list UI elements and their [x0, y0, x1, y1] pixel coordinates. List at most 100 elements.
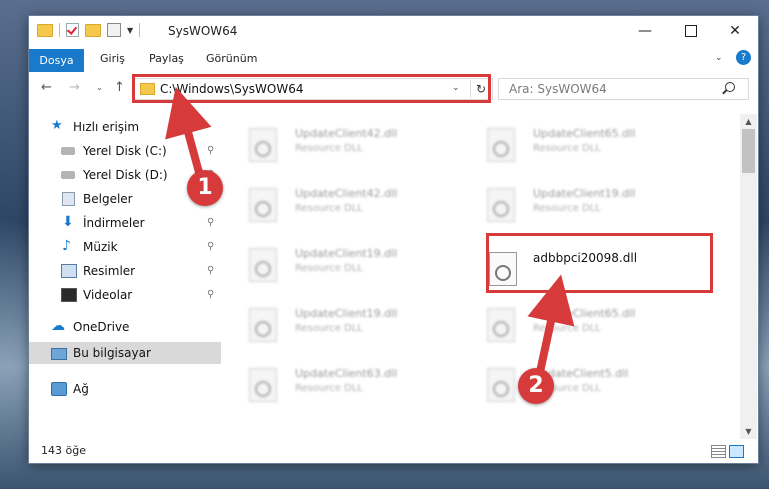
pin-icon[interactable]: ⚲ [207, 241, 214, 252]
scroll-down-button[interactable]: ▼ [740, 424, 757, 439]
address-path[interactable]: C:\Windows\SysWOW64 [160, 82, 304, 96]
sidebar-item-this-pc[interactable]: Bu bilgisayar [29, 342, 221, 364]
file-item[interactable]: UpdateClient42.dll Resource DLL [249, 184, 449, 234]
back-button[interactable]: ← [41, 80, 52, 95]
file-item[interactable]: UpdateClient42.dll Resource DLL [249, 124, 449, 174]
disk-icon [61, 171, 75, 179]
close-button[interactable]: ✕ [712, 16, 758, 47]
file-name: UpdateClient63.dll [295, 367, 398, 380]
dll-file-icon [489, 252, 517, 286]
sidebar-item-local-disk-c[interactable]: Yerel Disk (C:) ⚲ [29, 140, 221, 162]
file-item-target[interactable]: adbbpci20098.dll [489, 248, 689, 298]
customize-toolbar-icon[interactable]: ▼ [127, 26, 133, 35]
file-type: Resource DLL [295, 323, 363, 334]
navigation-pane: ★ Hızlı erişim Yerel Disk (C:) ⚲ Yerel D… [29, 114, 221, 432]
file-item[interactable]: UpdateClient5.dll Resource DLL [487, 364, 687, 414]
sidebar-item-pictures[interactable]: Resimler ⚲ [29, 260, 221, 282]
navigation-bar: ← → ⌄ ↑ C:\Windows\SysWOW64 ⌄ ↻ Ara: Sys… [29, 72, 758, 104]
up-button[interactable]: ↑ [114, 80, 125, 95]
search-icon[interactable] [725, 82, 735, 92]
folder-icon [140, 83, 155, 95]
file-item[interactable]: UpdateClient65.dll Resource DLL [487, 304, 687, 354]
sidebar-item-label: Resimler [83, 264, 136, 278]
file-name: UpdateClient65.dll [533, 307, 636, 320]
maximize-button[interactable] [668, 16, 714, 47]
file-type: Resource DLL [533, 323, 601, 334]
file-type: Resource DLL [295, 263, 363, 274]
dll-file-icon [487, 368, 515, 402]
scroll-thumb[interactable] [742, 129, 755, 173]
file-item[interactable]: UpdateClient19.dll Resource DLL [487, 184, 687, 234]
sidebar-item-label: Yerel Disk (C:) [83, 144, 167, 158]
computer-icon [51, 348, 67, 360]
address-history-icon[interactable]: ⌄ [452, 83, 460, 93]
cloud-icon: ☁ [51, 318, 65, 334]
file-type: Resource DLL [295, 203, 363, 214]
search-input[interactable]: Ara: SysWOW64 [509, 82, 607, 96]
sidebar-item-music[interactable]: ♪ Müzik ⚲ [29, 236, 221, 258]
recent-locations-button[interactable]: ⌄ [96, 83, 103, 92]
pin-icon[interactable]: ⚲ [207, 265, 214, 276]
new-folder-icon[interactable] [85, 23, 101, 37]
download-icon: ⬇ [62, 214, 74, 230]
folder-icon [37, 23, 53, 37]
vertical-scrollbar[interactable]: ▲ ▼ [740, 114, 757, 439]
file-list[interactable]: UpdateClient42.dll Resource DLL UpdateCl… [221, 114, 740, 439]
star-icon: ★ [51, 118, 63, 133]
music-icon: ♪ [62, 238, 71, 254]
details-view-icon[interactable] [711, 445, 726, 458]
pin-icon[interactable]: ⚲ [207, 217, 214, 228]
quick-access-toolbar: ▼ [37, 23, 141, 37]
dll-file-icon [249, 248, 277, 282]
sidebar-item-network[interactable]: Ağ [29, 378, 221, 400]
file-item[interactable]: UpdateClient19.dll Resource DLL [249, 244, 449, 294]
file-name: UpdateClient65.dll [533, 127, 636, 140]
pin-icon[interactable]: ⚲ [207, 169, 214, 180]
properties-icon[interactable] [107, 23, 121, 37]
address-bar[interactable]: C:\Windows\SysWOW64 ⌄ ↻ [133, 78, 493, 100]
sidebar-item-label: Videolar [83, 288, 133, 302]
sidebar-item-label: Hızlı erişim [73, 120, 140, 134]
toolbar-divider [139, 23, 141, 37]
help-icon[interactable]: ? [736, 50, 751, 65]
window-title: SysWOW64 [168, 24, 238, 38]
sidebar-item-downloads[interactable]: ⬇ İndirmeler ⚲ [29, 212, 221, 234]
tab-file[interactable]: Dosya [29, 49, 84, 72]
file-type: Resource DLL [533, 203, 601, 214]
pictures-icon [61, 264, 77, 278]
file-name: UpdateClient5.dll [533, 367, 629, 380]
pin-icon[interactable]: ⚲ [207, 145, 214, 156]
sidebar-item-quick-access[interactable]: ★ Hızlı erişim [29, 116, 221, 138]
file-item[interactable]: UpdateClient63.dll Resource DLL [249, 364, 449, 414]
tab-view[interactable]: Görünüm [206, 52, 257, 65]
dll-file-icon [487, 128, 515, 162]
forward-button[interactable]: → [69, 80, 80, 95]
pin-icon[interactable]: ⚲ [207, 193, 214, 204]
scroll-up-button[interactable]: ▲ [740, 114, 757, 129]
tab-share[interactable]: Paylaş [149, 52, 184, 65]
item-count: 143 öğe [41, 444, 86, 457]
properties-check-icon[interactable] [66, 23, 79, 37]
search-box[interactable]: Ara: SysWOW64 [498, 78, 749, 100]
file-item[interactable]: UpdateClient19.dll Resource DLL [249, 304, 449, 354]
title-bar: ▼ SysWOW64 — ✕ [29, 16, 758, 47]
refresh-button[interactable]: ↻ [470, 80, 491, 98]
sidebar-item-label: Ağ [73, 382, 89, 396]
sidebar-item-local-disk-d[interactable]: Yerel Disk (D:) ⚲ [29, 164, 221, 186]
network-icon [51, 382, 67, 396]
documents-icon [62, 192, 75, 206]
sidebar-item-videos[interactable]: Videolar ⚲ [29, 284, 221, 306]
pin-icon[interactable]: ⚲ [207, 289, 214, 300]
file-name: UpdateClient19.dll [295, 307, 398, 320]
sidebar-item-onedrive[interactable]: ☁ OneDrive [29, 316, 221, 338]
dll-file-icon [249, 128, 277, 162]
sidebar-item-documents[interactable]: Belgeler ⚲ [29, 188, 221, 210]
large-icons-view-icon[interactable] [729, 445, 744, 458]
sidebar-item-label: Yerel Disk (D:) [83, 168, 168, 182]
minimize-button[interactable]: — [622, 16, 668, 47]
dll-file-icon [487, 188, 515, 222]
file-item[interactable]: UpdateClient65.dll Resource DLL [487, 124, 687, 174]
tab-home[interactable]: Giriş [100, 52, 125, 65]
sidebar-item-label: Belgeler [83, 192, 133, 206]
expand-ribbon-icon[interactable]: ⌄ [715, 53, 723, 63]
